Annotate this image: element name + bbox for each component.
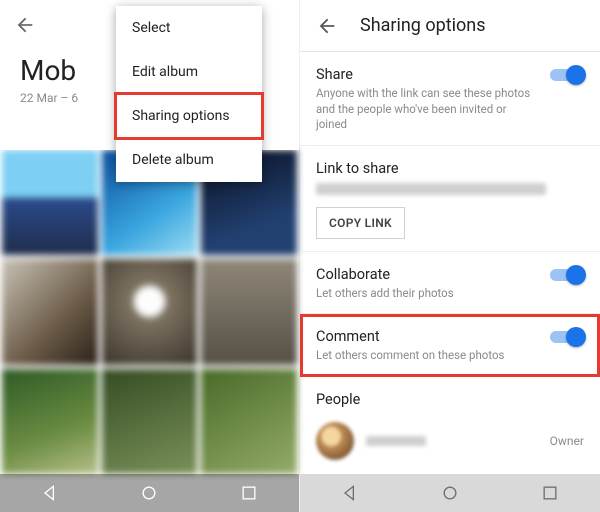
overflow-menu: Select Edit album Sharing options Delete… <box>116 6 262 182</box>
comment-section: Comment Let others comment on these phot… <box>300 314 600 377</box>
album-screen: Mob 22 Mar – 6 Select Edit album Sharing… <box>0 0 300 512</box>
collaborate-section: Collaborate Let others add their photos <box>300 252 600 315</box>
page-title: Sharing options <box>360 15 486 36</box>
photo-thumbnail[interactable] <box>201 259 297 364</box>
right-topbar: Sharing options <box>300 0 600 52</box>
nav-recent-icon[interactable] <box>540 483 560 503</box>
link-section: Link to share COPY LINK <box>300 146 600 252</box>
photo-thumbnail[interactable] <box>102 369 198 474</box>
nav-recent-icon[interactable] <box>239 483 259 503</box>
people-label: People <box>316 391 584 408</box>
share-label: Share <box>316 66 584 83</box>
share-desc: Anyone with the link can see these photo… <box>316 86 584 133</box>
nav-back-icon[interactable] <box>40 483 60 503</box>
android-navbar-right <box>300 474 600 512</box>
photo-grid <box>0 150 299 474</box>
person-name <box>366 436 426 446</box>
sharing-options-screen: Sharing options Share Anyone with the li… <box>300 0 600 512</box>
copy-link-button[interactable]: COPY LINK <box>316 207 405 239</box>
photo-thumbnail[interactable] <box>2 150 98 255</box>
nav-home-icon[interactable] <box>440 483 460 503</box>
menu-item-select[interactable]: Select <box>116 6 262 50</box>
nav-back-icon[interactable] <box>340 483 360 503</box>
menu-item-sharing-options[interactable]: Sharing options <box>116 94 262 138</box>
avatar[interactable] <box>316 422 354 460</box>
collaborate-desc: Let others add their photos <box>316 286 584 302</box>
comment-toggle[interactable] <box>550 328 584 346</box>
photo-thumbnail[interactable] <box>201 369 297 474</box>
people-section: People <box>300 377 600 412</box>
share-link-value <box>316 183 546 195</box>
share-section: Share Anyone with the link can see these… <box>300 52 600 146</box>
photo-thumbnail[interactable] <box>102 259 198 364</box>
menu-item-edit-album[interactable]: Edit album <box>116 50 262 94</box>
photo-thumbnail[interactable] <box>2 259 98 364</box>
back-icon[interactable] <box>316 15 338 37</box>
menu-item-delete-album[interactable]: Delete album <box>116 138 262 182</box>
android-navbar-left <box>0 474 299 512</box>
nav-home-icon[interactable] <box>139 483 159 503</box>
share-toggle[interactable] <box>550 66 584 84</box>
photo-thumbnail[interactable] <box>2 369 98 474</box>
people-row: Owner <box>300 412 600 476</box>
owner-label: Owner <box>550 434 584 448</box>
link-label: Link to share <box>316 160 584 177</box>
comment-desc: Let others comment on these photos <box>316 348 584 364</box>
back-icon[interactable] <box>14 14 36 36</box>
collaborate-label: Collaborate <box>316 266 584 283</box>
comment-label: Comment <box>316 328 584 345</box>
collaborate-toggle[interactable] <box>550 266 584 284</box>
